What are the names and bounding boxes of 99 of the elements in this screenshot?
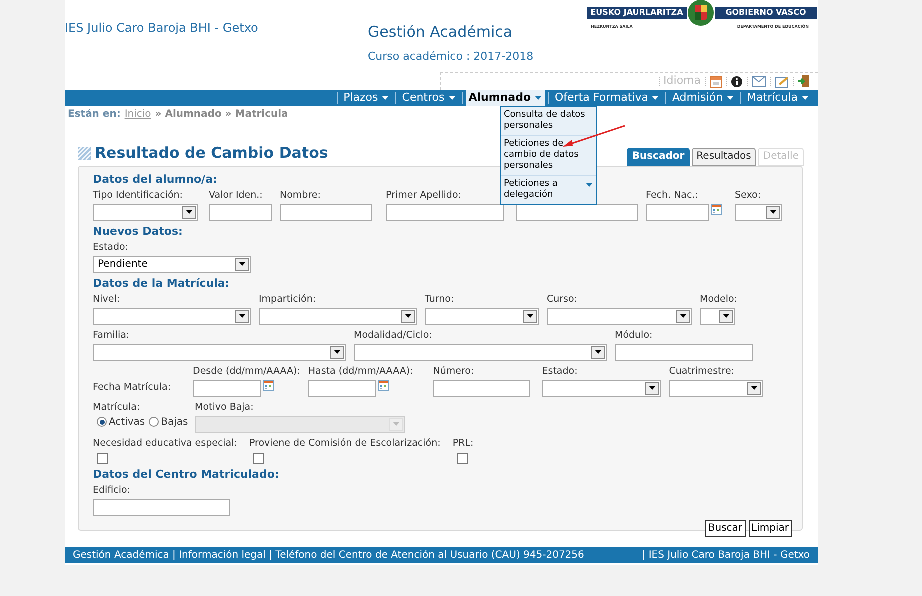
checkbox[interactable] [253,452,264,464]
striped-square-icon [78,146,91,160]
field-label: Estado: [542,364,578,378]
date-field[interactable] [193,380,261,396]
dropdown-field[interactable] [93,344,346,360]
field-label: Nombre: [280,188,321,202]
field-label: Módulo: [615,328,653,342]
breadcrumb-path: » Alumnado » Matricula [155,108,288,122]
section-heading: Datos del Centro Matriculado: [93,468,280,482]
checkbox[interactable] [97,452,108,464]
radio-label: Bajas [161,416,188,430]
field-label: Necesidad educativa especial: [93,436,238,450]
field-label: Turno: [425,292,454,306]
nav-menu-item[interactable]: Alumnado [466,90,546,106]
field-label: Proviene de Comisión de Escolarización: [249,436,441,450]
caret-icon [727,96,734,100]
form-button[interactable]: Buscar [705,520,746,536]
dropdown-field[interactable] [93,308,251,324]
dropdown-field[interactable] [700,308,735,324]
text-field[interactable] [615,344,753,360]
text-field[interactable] [386,204,504,220]
field-label: Modalidad/Ciclo: [354,328,432,342]
exit-icon[interactable] [798,75,810,88]
field-label: Hasta (dd/mm/AAAA): [308,364,414,378]
dropdown-field[interactable] [259,308,417,324]
field-label: Valor Iden.: [209,188,263,202]
caret-icon [448,96,456,100]
school-name: IES Julio Caro Baroja BHI - Getxo [65,21,258,35]
info-icon[interactable] [731,76,743,88]
dropdown-field[interactable] [354,344,607,360]
checkbox[interactable] [456,452,468,464]
nav-menu-item[interactable]: Centros [399,90,459,106]
tab[interactable]: Buscador [627,148,690,166]
field-label: Edificio: [93,484,131,496]
radio-button[interactable] [149,417,160,427]
dropdown-field[interactable] [547,308,692,324]
menu-item[interactable]: Consulta de datos personales [501,107,596,136]
course-year: Curso académico : 2017-2018 [368,48,535,64]
field-label: Estado: [93,240,129,254]
app-title: Gestión Académica [368,22,514,43]
field-label: Curso: [547,292,578,306]
text-field[interactable] [516,204,638,220]
breadcrumb-label: Están en: [68,108,121,122]
dropdown-field[interactable] [93,204,198,220]
coat-of-arms-icon [687,0,715,27]
calendar-icon[interactable] [378,380,390,390]
dropdown-field[interactable] [735,204,782,220]
field-label: Cuatrimestre: [669,364,735,378]
calendar-icon[interactable] [711,204,722,214]
dropdown-field[interactable] [425,308,539,324]
field-label: Número: [433,364,474,378]
field-label: Desde (dd/mm/AAAA): [193,364,300,378]
dropdown-field[interactable] [542,380,662,396]
caret-icon [535,96,542,100]
caret-icon [652,96,660,100]
field-label: Primer Apellido: [386,188,462,202]
caret-icon [802,96,809,100]
field-label: Impartición: [259,292,316,306]
mail-icon[interactable] [752,76,766,87]
nav-menu-item[interactable]: Plazos [340,90,392,106]
edit-icon[interactable] [775,76,789,88]
field-label: PRL: [452,436,474,450]
date-field[interactable] [308,380,376,396]
nav-menu-item[interactable]: Oferta Formativa [552,90,662,106]
caret-icon [382,96,390,100]
field-label: Matrícula: [93,400,140,414]
calendar-icon[interactable] [710,76,722,88]
radio-label: Activas [109,416,146,430]
section-heading: Datos de la Matrícula: [93,276,230,290]
field-label: Motivo Baja: [195,400,254,414]
calendar-icon[interactable] [263,380,274,390]
date-field[interactable] [646,204,709,220]
field-label: Sexo: [735,188,762,202]
footer-school: | IES Julio Caro Baroja BHI - Getxo [642,548,810,562]
section-heading: Datos del alumno/a: [93,172,218,186]
footer-links: Gestión Académica | Información legal | Teléfono del Centro de Atención al Usuario (CAU) 945-207256 [73,548,584,562]
dropdown-field[interactable] [669,380,764,396]
nav-menu-item[interactable]: Matrícula [744,90,812,106]
nav-menu-item[interactable]: Admisión [669,90,738,106]
field-label: Fech. Nac.: [646,188,698,202]
annotation-arrow [562,125,626,149]
field-label: Fecha Matrícula: [93,380,172,394]
breadcrumb-link[interactable]: Inicio [124,106,152,122]
field-label: Nivel: [93,292,120,306]
caret-icon [586,183,593,187]
dropdown-field[interactable]: Pendiente [93,256,251,272]
field-label: Tipo Identificación: [93,188,183,202]
menu-item[interactable]: Peticiones a delegación [501,176,596,204]
text-field[interactable] [433,380,530,396]
field-label: Modelo: [700,292,738,306]
text-field[interactable] [280,204,372,220]
text-field[interactable] [93,498,230,516]
field-label: Familia: [93,328,130,342]
radio-button[interactable] [97,417,107,427]
tab[interactable]: Resultados [692,148,756,166]
page-title: Resultado de Cambio Datos [95,143,328,164]
form-button[interactable]: Limpiar [748,520,792,536]
section-heading: Nuevos Datos: [93,224,183,238]
text-field[interactable] [209,204,272,220]
